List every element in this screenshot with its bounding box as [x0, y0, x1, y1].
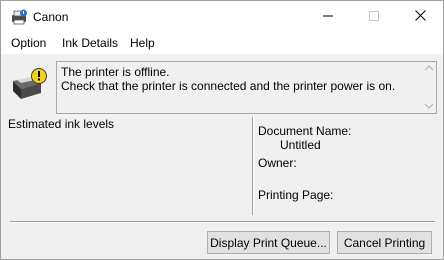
minimize-button[interactable] [305, 1, 351, 32]
minimize-icon [323, 10, 333, 24]
menu-help[interactable]: Help [130, 36, 155, 50]
horizontal-divider [10, 221, 435, 223]
status-message-line: Check that the printer is connected and … [61, 79, 396, 93]
scroll-arrows[interactable] [424, 64, 434, 111]
printing-page-label: Printing Page: [258, 188, 334, 202]
status-message-box[interactable]: The printer is offline. Check that the p… [56, 61, 437, 114]
vertical-divider [252, 117, 254, 215]
printer-warning-icon [9, 67, 49, 103]
document-name-label: Document Name: [258, 124, 352, 138]
close-icon [414, 9, 426, 24]
close-button[interactable] [397, 1, 443, 32]
owner-label: Owner: [258, 156, 297, 170]
maximize-button[interactable] [351, 1, 397, 32]
status-message-line: The printer is offline. [61, 65, 170, 79]
title-bar[interactable]: Canon [1, 1, 443, 32]
menu-option[interactable]: Option [11, 36, 46, 50]
canon-status-window: Canon Option Ink Details Help The printe… [0, 0, 444, 260]
display-print-queue-button[interactable]: Display Print Queue... [207, 231, 330, 254]
printer-app-icon [10, 8, 28, 26]
maximize-icon [369, 10, 379, 24]
menu-bar: Option Ink Details Help [1, 32, 443, 54]
ink-levels-label: Estimated ink levels [8, 117, 115, 131]
document-name-value: Untitled [280, 138, 321, 152]
menu-ink-details[interactable]: Ink Details [62, 36, 118, 50]
window-title: Canon [33, 10, 69, 24]
cancel-printing-button[interactable]: Cancel Printing [337, 231, 432, 254]
